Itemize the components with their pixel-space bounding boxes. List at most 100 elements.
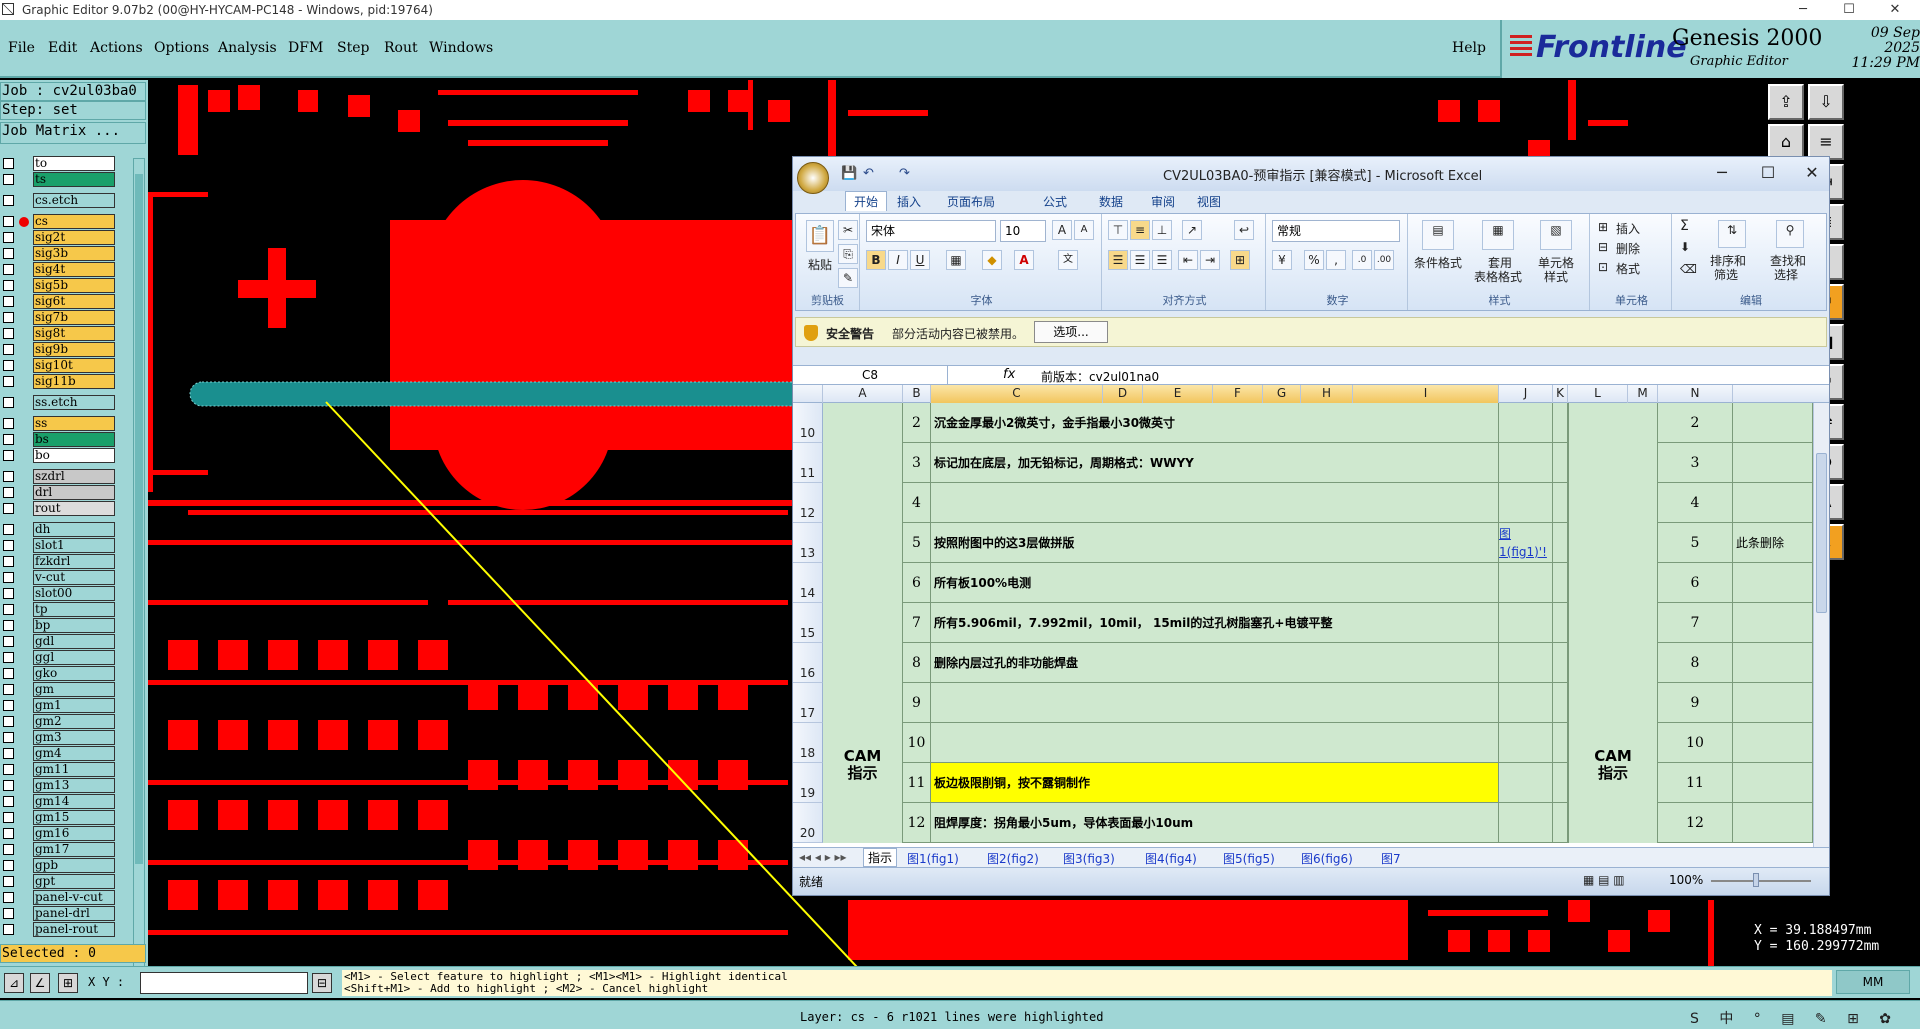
- layer-name[interactable]: gm17: [33, 842, 115, 857]
- layer-checkbox[interactable]: [3, 174, 14, 185]
- layer-checkbox[interactable]: [3, 248, 14, 259]
- layer-checkbox[interactable]: [3, 296, 14, 307]
- layer-row-to[interactable]: to: [0, 156, 118, 171]
- indent-icon[interactable]: ⇥: [1200, 250, 1220, 270]
- layer-row-bs[interactable]: bs: [0, 432, 118, 447]
- cell-k[interactable]: [1553, 803, 1568, 843]
- column-header-A[interactable]: A: [823, 385, 903, 403]
- layer-checkbox[interactable]: [3, 796, 14, 807]
- cell-instruction[interactable]: 沉金金厚最小2微英寸，金手指最小30微英寸: [931, 403, 1499, 443]
- layer-name[interactable]: dh: [33, 522, 115, 537]
- wrap-text-icon[interactable]: ↩: [1234, 220, 1254, 240]
- layer-row-sig3b[interactable]: sig3b: [0, 246, 118, 261]
- office-button[interactable]: [797, 162, 829, 194]
- sheet-grid[interactable]: ABCDEFGHIJKLMN 10 2 沉金金厚最小2微英寸，金手指最小30微英寸 2…: [793, 385, 1829, 847]
- name-box[interactable]: C8: [793, 366, 948, 385]
- cell-note[interactable]: 此条删除: [1733, 523, 1813, 563]
- percent-button[interactable]: %: [1304, 250, 1324, 270]
- cell-note[interactable]: [1733, 603, 1813, 643]
- layer-checkbox[interactable]: [3, 732, 14, 743]
- layer-row-gpb[interactable]: gpb: [0, 858, 118, 873]
- cell-note[interactable]: [1733, 643, 1813, 683]
- align-left-icon[interactable]: ☰: [1108, 250, 1128, 270]
- layer-row-ss.etch[interactable]: ss.etch: [0, 395, 118, 410]
- font-shrink-icon[interactable]: A: [1074, 220, 1094, 240]
- layer-name[interactable]: szdrl: [33, 469, 115, 484]
- layer-checkbox[interactable]: [3, 328, 14, 339]
- layer-name[interactable]: sig11b: [33, 374, 115, 389]
- layer-name[interactable]: gdl: [33, 634, 115, 649]
- column-header-K[interactable]: K: [1553, 385, 1568, 403]
- layer-name[interactable]: cs.etch: [33, 193, 115, 208]
- layer-row-gko[interactable]: gko: [0, 666, 118, 681]
- tool-button-3[interactable]: ⌂: [1768, 124, 1804, 160]
- layer-row-gm4[interactable]: gm4: [0, 746, 118, 761]
- view-mode-icon[interactable]: ▦ ▤ ▥: [1583, 873, 1625, 887]
- font-size-select[interactable]: 10: [1000, 220, 1046, 242]
- cell-style-button-2[interactable]: 样式: [1544, 268, 1568, 285]
- column-header-B[interactable]: B: [903, 385, 931, 403]
- copy-icon[interactable]: ⎘: [838, 244, 858, 264]
- layer-row-cs[interactable]: cs: [0, 214, 118, 229]
- layer-checkbox[interactable]: [3, 828, 14, 839]
- layer-name[interactable]: slot1: [33, 538, 115, 553]
- layer-name[interactable]: gpt: [33, 874, 115, 889]
- row-header[interactable]: 16: [793, 643, 823, 683]
- grid-icon[interactable]: ⊞: [58, 973, 78, 993]
- ribbon-tab-7[interactable]: 视图: [1197, 193, 1221, 210]
- layer-name[interactable]: gm13: [33, 778, 115, 793]
- layer-row-gm1[interactable]: gm1: [0, 698, 118, 713]
- merge-center-icon[interactable]: ⊞: [1230, 250, 1250, 270]
- layer-row-gm[interactable]: gm: [0, 682, 118, 697]
- cell-k[interactable]: [1553, 603, 1568, 643]
- highlighted-trace[interactable]: [190, 382, 850, 406]
- cell-note[interactable]: [1733, 443, 1813, 483]
- underline-button[interactable]: U: [910, 250, 930, 270]
- save-icon[interactable]: 💾: [841, 166, 857, 181]
- layer-row-sig10t[interactable]: sig10t: [0, 358, 118, 373]
- menu-analysis[interactable]: Analysis: [218, 40, 277, 56]
- find-select-icon[interactable]: ⚲: [1776, 220, 1804, 248]
- cell-item-number[interactable]: 8: [903, 643, 931, 683]
- delete-button[interactable]: 删除: [1616, 240, 1640, 257]
- cell-link[interactable]: [1499, 803, 1553, 843]
- layer-row-gdl[interactable]: gdl: [0, 634, 118, 649]
- cell-note[interactable]: [1733, 763, 1813, 803]
- cell-item-number[interactable]: 5: [903, 523, 931, 563]
- cell-k[interactable]: [1553, 523, 1568, 563]
- row-header[interactable]: 11: [793, 443, 823, 483]
- cell-link[interactable]: [1499, 443, 1553, 483]
- layer-checkbox[interactable]: [3, 764, 14, 775]
- scroll-thumb[interactable]: [135, 174, 143, 864]
- layer-checkbox[interactable]: [3, 908, 14, 919]
- sheet-tab-8[interactable]: 图7: [1381, 850, 1401, 867]
- font-color-icon[interactable]: A: [1014, 250, 1034, 270]
- cell-instruction[interactable]: 删除内层过孔的非功能焊盘: [931, 643, 1499, 683]
- layer-checkbox[interactable]: [3, 360, 14, 371]
- font-name-select[interactable]: 宋体: [866, 220, 996, 242]
- units-button[interactable]: MM: [1836, 970, 1910, 994]
- sheet-tab-3[interactable]: 图2(fig2): [987, 850, 1039, 867]
- row-header[interactable]: 14: [793, 563, 823, 603]
- job-matrix-button[interactable]: Job Matrix ...: [0, 122, 146, 144]
- sheet-tab-1[interactable]: 指示: [863, 848, 898, 867]
- cell-item-number[interactable]: 2: [903, 403, 931, 443]
- border-icon[interactable]: ▦: [946, 250, 966, 270]
- cell-k[interactable]: [1553, 563, 1568, 603]
- layer-name[interactable]: gm15: [33, 810, 115, 825]
- cell-item-number-right[interactable]: 3: [1658, 443, 1733, 483]
- layer-checkbox[interactable]: [3, 503, 14, 514]
- cell-instruction[interactable]: [931, 483, 1499, 523]
- layer-checkbox[interactable]: [3, 312, 14, 323]
- layer-checkbox[interactable]: [3, 397, 14, 408]
- layer-row-v-cut[interactable]: v-cut: [0, 570, 118, 585]
- layer-name[interactable]: ts: [33, 172, 115, 187]
- cell-item-number-right[interactable]: 11: [1658, 763, 1733, 803]
- layer-name[interactable]: rout: [33, 501, 115, 516]
- snap-icon[interactable]: ⊟: [312, 973, 332, 993]
- layer-name[interactable]: ggl: [33, 650, 115, 665]
- align-center-icon[interactable]: ☰: [1130, 250, 1150, 270]
- layer-name[interactable]: gm14: [33, 794, 115, 809]
- layer-row-bp[interactable]: bp: [0, 618, 118, 633]
- align-right-icon[interactable]: ☰: [1152, 250, 1172, 270]
